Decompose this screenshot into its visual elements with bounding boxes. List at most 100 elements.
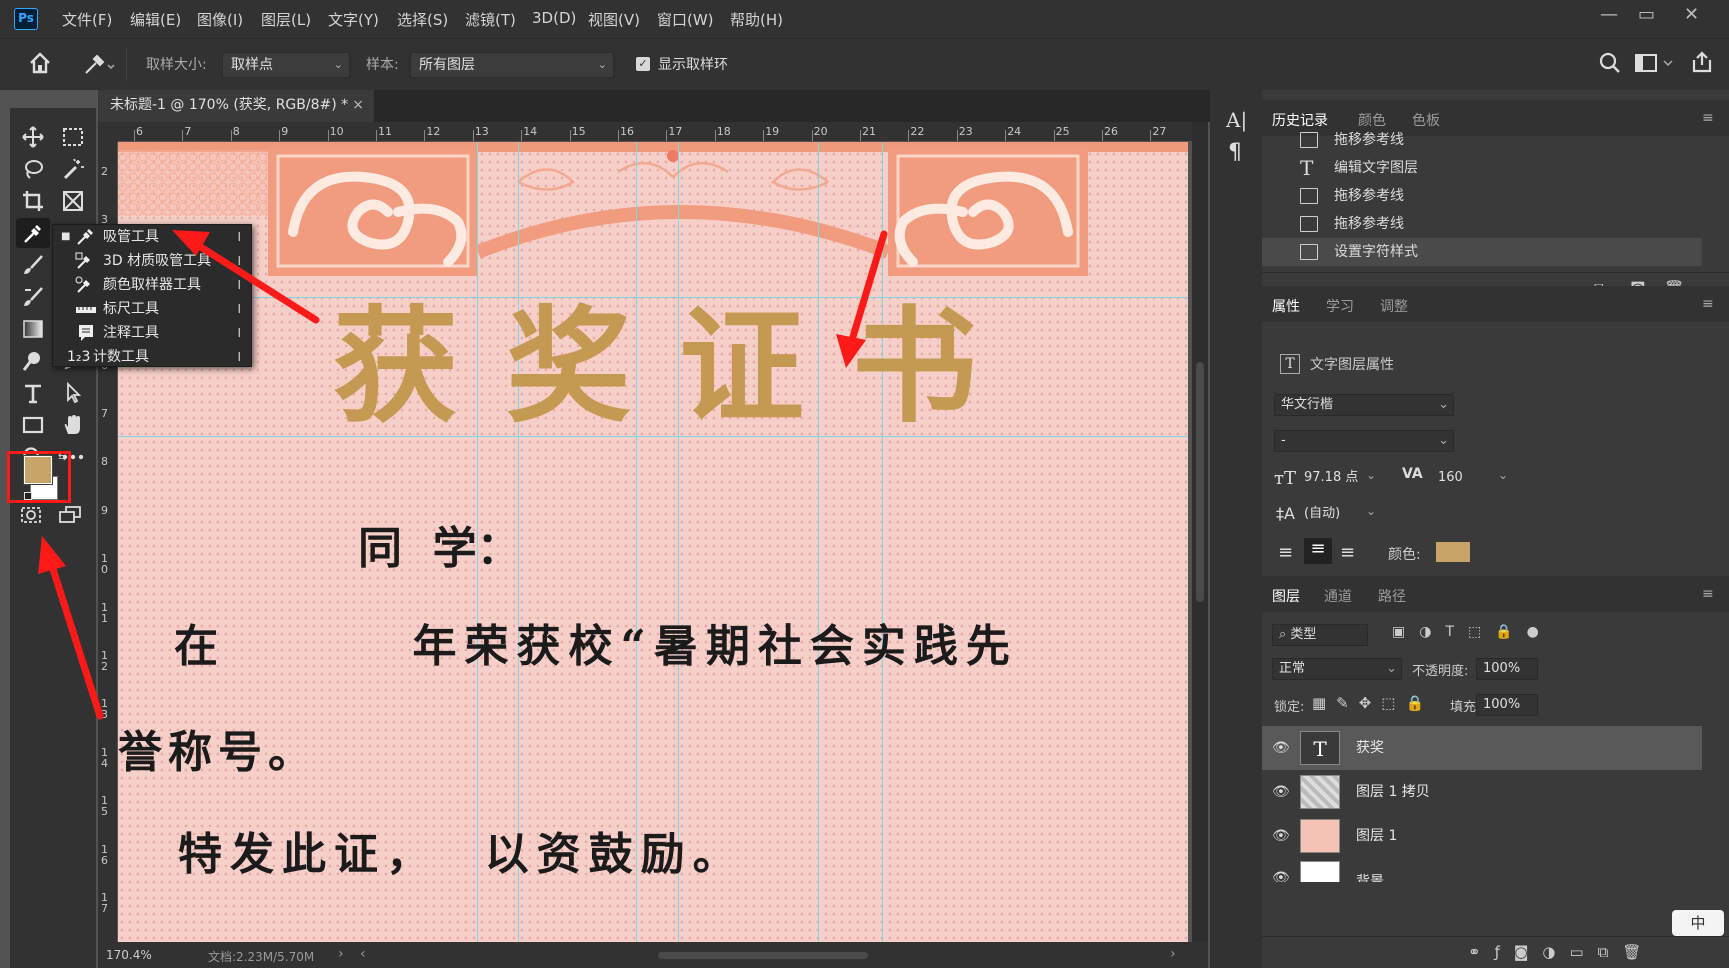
lasso-tool-icon[interactable] bbox=[16, 154, 50, 184]
share-icon[interactable] bbox=[1690, 50, 1714, 78]
layer-row[interactable]: 👁 图层 1 拷贝 bbox=[1262, 770, 1702, 814]
panel-menu-icon[interactable]: ≡ bbox=[1702, 586, 1714, 602]
character-panel-icon[interactable]: A| bbox=[1226, 108, 1247, 132]
screen-mode-icon[interactable] bbox=[54, 500, 88, 530]
brush-tool-icon[interactable] bbox=[16, 250, 50, 280]
menu-image[interactable]: 图像(I) bbox=[197, 9, 243, 30]
menu-edit[interactable]: 编辑(E) bbox=[130, 9, 181, 30]
chevron-right-icon[interactable]: › bbox=[338, 946, 344, 962]
chevron-left-icon[interactable]: ‹ bbox=[360, 946, 366, 962]
move-tool-icon[interactable] bbox=[16, 122, 50, 152]
layer-row-background[interactable]: 👁 背景 bbox=[1262, 856, 1702, 882]
menu-help[interactable]: 帮助(H) bbox=[730, 9, 783, 30]
eye-icon[interactable]: 👁 bbox=[1272, 856, 1290, 882]
close-tab-icon[interactable]: × bbox=[352, 90, 364, 120]
magic-wand-tool-icon[interactable] bbox=[56, 154, 90, 184]
hand-tool-icon[interactable] bbox=[56, 410, 90, 440]
ime-indicator[interactable]: 中 bbox=[1672, 910, 1724, 936]
rectangle-tool-icon[interactable] bbox=[16, 410, 50, 440]
eye-icon[interactable]: 👁 bbox=[1272, 770, 1290, 814]
history-item[interactable]: T 编辑文字图层 bbox=[1262, 154, 1702, 182]
sample-size-select[interactable]: 取样点 ⌄ bbox=[222, 52, 350, 78]
history-item[interactable]: 拖移参考线 bbox=[1262, 182, 1702, 210]
history-item-active[interactable]: 设置字符样式 bbox=[1262, 238, 1702, 266]
quick-mask-icon[interactable] bbox=[14, 500, 48, 530]
font-style-select[interactable]: - ⌄ bbox=[1274, 430, 1454, 452]
sample-select[interactable]: 所有图层 ⌄ bbox=[410, 52, 614, 78]
align-left-icon[interactable]: ≡ bbox=[1278, 542, 1293, 563]
search-icon[interactable] bbox=[1598, 51, 1622, 79]
menu-select[interactable]: 选择(S) bbox=[397, 9, 448, 30]
dodge-tool-icon[interactable] bbox=[16, 346, 50, 376]
panel-menu-icon[interactable]: ≡ bbox=[1702, 296, 1714, 312]
crop-tool-icon[interactable] bbox=[16, 186, 50, 216]
eye-icon[interactable]: 👁 bbox=[1272, 726, 1290, 770]
frame-tool-icon[interactable] bbox=[56, 186, 90, 216]
leading-field[interactable]: (自动) bbox=[1298, 504, 1374, 526]
maximize-button[interactable]: ▭ bbox=[1638, 4, 1655, 25]
tab-learn[interactable]: 学习 bbox=[1326, 296, 1354, 316]
menu-view[interactable]: 视图(V) bbox=[588, 9, 640, 30]
history-item[interactable]: 拖移参考线 bbox=[1262, 210, 1702, 238]
font-family-select[interactable]: 华文行楷 ⌄ bbox=[1274, 394, 1454, 416]
layers-footer-icons[interactable]: ⚭ƒ◙◑▭⧉🗑 bbox=[1468, 943, 1655, 961]
tab-channels[interactable]: 通道 bbox=[1324, 586, 1352, 606]
default-colors-icon[interactable] bbox=[24, 492, 32, 500]
align-center-icon[interactable]: ≡ bbox=[1304, 538, 1332, 564]
menu-filter[interactable]: 滤镜(T) bbox=[465, 9, 516, 30]
layer-row-text[interactable]: 👁 T 获奖 bbox=[1262, 726, 1702, 770]
tab-properties[interactable]: 属性 bbox=[1272, 296, 1300, 316]
type-tool-icon[interactable] bbox=[16, 378, 50, 408]
tab-layers[interactable]: 图层 bbox=[1272, 586, 1300, 606]
paragraph-panel-icon[interactable]: ¶ bbox=[1228, 140, 1242, 165]
foreground-color-swatch[interactable] bbox=[23, 455, 53, 485]
document-canvas[interactable]: 获奖证书 同 学： 在 年荣获校“暑期社会实践先 誉称号。 特发此证， 以资鼓励… bbox=[118, 142, 1188, 942]
guide-line[interactable] bbox=[818, 142, 819, 942]
history-brush-tool-icon[interactable] bbox=[16, 282, 50, 312]
flyout-item-3d-eyedropper[interactable]: 3D 材质吸管工具 I bbox=[53, 249, 251, 273]
close-button[interactable]: ✕ bbox=[1684, 4, 1699, 25]
chevron-down-icon[interactable]: ⌄ bbox=[1366, 504, 1376, 518]
swap-colors-icon[interactable]: ⇆ bbox=[58, 452, 66, 463]
document-size[interactable]: 文档:2.23M/5.70M bbox=[208, 948, 314, 965]
document-tab[interactable]: 未标题-1 @ 170% (获奖, RGB/8#) * × bbox=[98, 90, 374, 122]
home-icon[interactable] bbox=[28, 51, 52, 79]
menu-file[interactable]: 文件(F) bbox=[62, 9, 112, 30]
workspace-icon[interactable] bbox=[1634, 52, 1674, 78]
eyedropper-tool-icon[interactable] bbox=[16, 218, 50, 248]
chevron-down-icon[interactable]: ⌄ bbox=[1498, 468, 1508, 482]
scroll-thumb[interactable] bbox=[1196, 362, 1204, 602]
eye-icon[interactable]: 👁 bbox=[1272, 814, 1290, 858]
flyout-item-note[interactable]: 注释工具 I bbox=[53, 321, 251, 345]
blend-mode-select[interactable]: 正常 ⌄ bbox=[1272, 658, 1402, 680]
tab-adjustments[interactable]: 调整 bbox=[1380, 296, 1408, 316]
flyout-item-count[interactable]: 1₂3 计数工具 I bbox=[53, 345, 251, 369]
panel-menu-icon[interactable]: ≡ bbox=[1702, 110, 1714, 126]
opacity-field[interactable]: 100% bbox=[1476, 658, 1538, 680]
menu-type[interactable]: 文字(Y) bbox=[328, 9, 379, 30]
guide-line[interactable] bbox=[882, 142, 883, 942]
scroll-right-icon[interactable]: › bbox=[1170, 946, 1176, 962]
layer-filter-icons[interactable]: ▣◑T⬚🔒● bbox=[1392, 624, 1553, 640]
font-size-field[interactable]: 97.18 点 bbox=[1298, 468, 1372, 490]
menu-3d[interactable]: 3D(D) bbox=[532, 9, 576, 27]
flyout-item-ruler[interactable]: 标尺工具 I bbox=[53, 297, 251, 321]
gradient-tool-icon[interactable] bbox=[16, 314, 50, 344]
show-ring-checkbox[interactable]: ✓ bbox=[636, 57, 650, 71]
marquee-tool-icon[interactable] bbox=[56, 122, 90, 152]
minimize-button[interactable]: — bbox=[1600, 4, 1618, 25]
align-right-icon[interactable]: ≡ bbox=[1340, 542, 1355, 563]
tab-paths[interactable]: 路径 bbox=[1378, 586, 1406, 606]
history-item[interactable]: 拖移参考线 bbox=[1262, 126, 1702, 154]
layer-row[interactable]: 👁 图层 1 bbox=[1262, 814, 1702, 858]
menu-layer[interactable]: 图层(L) bbox=[261, 9, 311, 30]
fill-field[interactable]: 100% bbox=[1476, 694, 1538, 716]
layer-filter-select[interactable]: ⌕ 类型 bbox=[1272, 624, 1368, 646]
ruler-origin[interactable] bbox=[98, 122, 118, 142]
menu-window[interactable]: 窗口(W) bbox=[657, 9, 714, 30]
flyout-item-eyedropper[interactable]: ■ 吸管工具 I bbox=[53, 225, 251, 249]
text-color-swatch[interactable] bbox=[1436, 542, 1470, 562]
zoom-level[interactable]: 170.4% bbox=[106, 948, 152, 962]
eyedropper-options-icon[interactable] bbox=[82, 51, 116, 81]
vertical-scrollbar[interactable] bbox=[1192, 122, 1208, 942]
